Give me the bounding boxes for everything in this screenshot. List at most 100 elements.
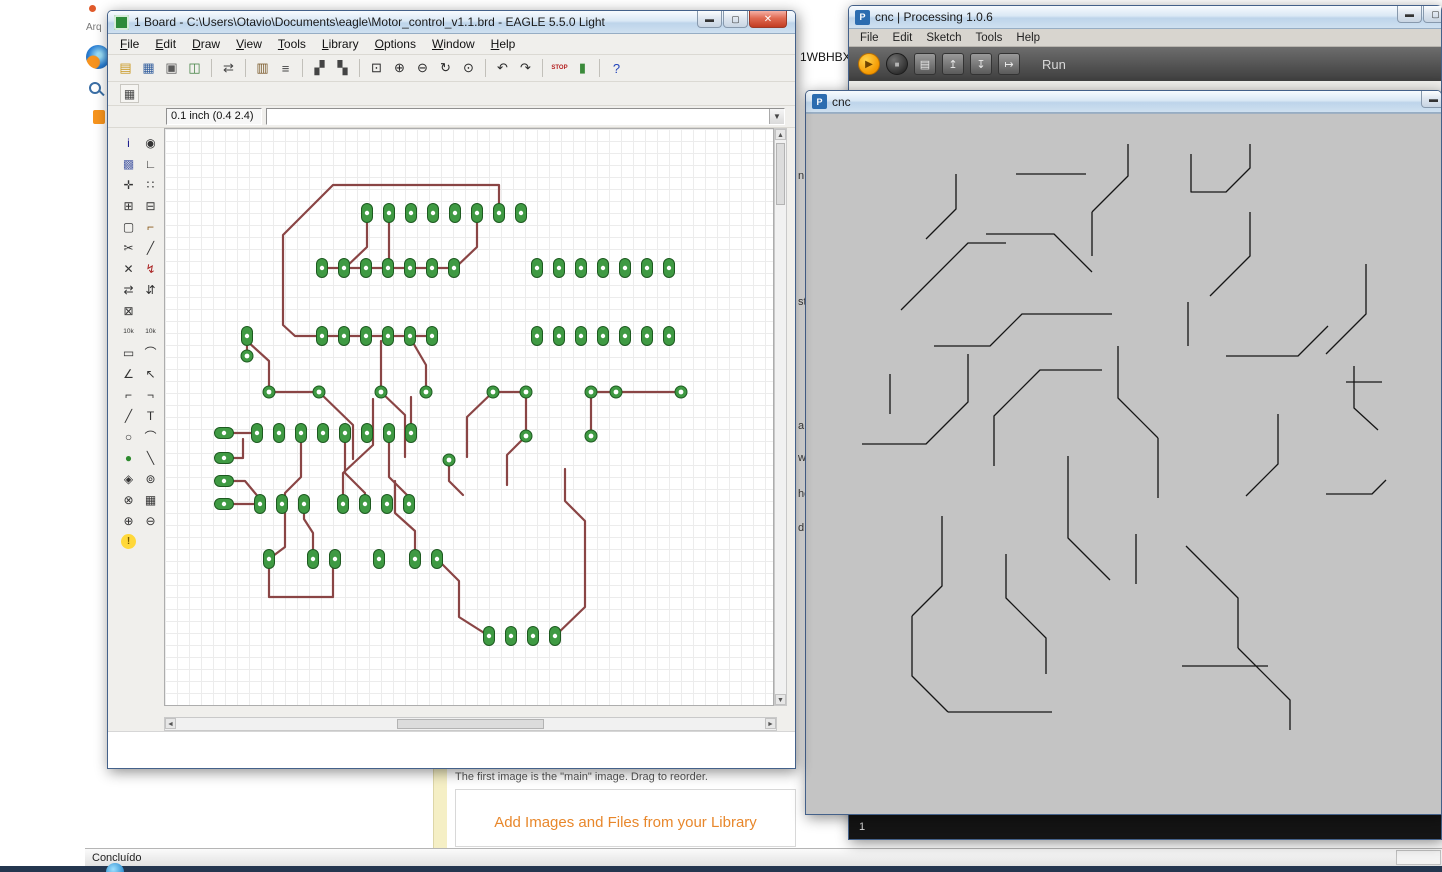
scroll-up-icon[interactable]: ▲	[775, 129, 786, 140]
scroll-left-icon[interactable]: ◄	[165, 718, 176, 729]
processing-minimize-button[interactable]: ▬	[1397, 6, 1422, 23]
stop-icon[interactable]: STOP	[549, 58, 570, 79]
chevron-down-icon[interactable]: ▼	[769, 109, 784, 124]
board-schematic-icon[interactable]: ⇄	[218, 58, 239, 79]
search-icon[interactable]	[89, 82, 101, 94]
cut-icon[interactable]: ✂	[119, 238, 138, 257]
info-icon[interactable]: i	[119, 133, 138, 152]
miter-icon[interactable]: ⌒	[141, 343, 160, 362]
print-icon[interactable]: ▣	[161, 58, 182, 79]
command-combobox[interactable]: ▼	[266, 108, 785, 125]
taskbar[interactable]	[0, 866, 1442, 872]
menu-edit[interactable]: Edit	[147, 35, 184, 53]
menu-edit[interactable]: Edit	[886, 31, 920, 45]
horizontal-scrollbar[interactable]: ◄ ►	[164, 717, 777, 731]
eagle-maximize-button[interactable]: ▢	[723, 11, 748, 28]
copy-icon[interactable]: ⊞	[119, 196, 138, 215]
smash-icon[interactable]: ▭	[119, 343, 138, 362]
menu-tools[interactable]: Tools	[969, 31, 1010, 45]
wire-icon[interactable]: ╱	[119, 406, 138, 425]
menu-draw[interactable]: Draw	[184, 35, 228, 53]
probe-icon[interactable]: ↖	[141, 364, 160, 383]
processing-titlebar[interactable]: P cnc | Processing 1.0.6 ▬ ▢ ✕	[849, 6, 1441, 29]
library-icon[interactable]: ▥	[252, 58, 273, 79]
help-icon[interactable]: ?	[606, 58, 627, 79]
save-sketch-button[interactable]: ↧	[970, 53, 992, 75]
lock-icon[interactable]: ⊠	[119, 301, 138, 320]
vertical-scroll-thumb[interactable]	[776, 143, 785, 205]
pinswap-icon[interactable]: ⇵	[141, 280, 160, 299]
zoom-redraw-icon[interactable]: ↻	[435, 58, 456, 79]
group-icon[interactable]: ∷	[141, 175, 160, 194]
menu-tools[interactable]: Tools	[270, 35, 314, 53]
ratsnest-icon[interactable]: ▞	[309, 58, 330, 79]
cam-processor-icon[interactable]: ◫	[184, 58, 205, 79]
menu-options[interactable]: Options	[367, 35, 424, 53]
select-icon[interactable]: ▢	[119, 217, 138, 236]
angle-icon[interactable]: ∠	[119, 364, 138, 383]
menu-window[interactable]: Window	[424, 35, 483, 53]
scroll-right-icon[interactable]: ►	[765, 718, 776, 729]
text-icon[interactable]: T	[141, 406, 160, 425]
change-icon[interactable]: ⌐	[141, 217, 160, 236]
menu-view[interactable]: View	[228, 35, 270, 53]
value-icon[interactable]: 10k	[119, 322, 138, 341]
vertical-scrollbar[interactable]: ▲ ▼	[774, 128, 787, 706]
display-icon[interactable]: ▩	[119, 154, 138, 173]
undo-icon[interactable]: ↶	[492, 58, 513, 79]
add-icon[interactable]: ↯	[141, 259, 160, 278]
eagle-minimize-button[interactable]: ▬	[697, 11, 722, 28]
open-sketch-button[interactable]: ↥	[942, 53, 964, 75]
pad-icon[interactable]: ⊚	[141, 469, 160, 488]
errors-icon[interactable]: !	[121, 534, 136, 549]
menu-library[interactable]: Library	[314, 35, 367, 53]
export-button[interactable]: ↦	[998, 53, 1020, 75]
eagle-close-button[interactable]: ✕	[749, 11, 787, 28]
go-icon[interactable]: ▮	[572, 58, 593, 79]
eagle-command-area[interactable]	[108, 731, 795, 768]
save-icon[interactable]: ▦	[138, 58, 159, 79]
split-icon[interactable]: ╱	[141, 238, 160, 257]
circle-icon[interactable]: ○	[119, 427, 138, 446]
zoom-out-icon[interactable]: ⊖	[412, 58, 433, 79]
eagle-titlebar[interactable]: 1 Board - C:\Users\Otavio\Documents\eagl…	[108, 11, 795, 34]
delete-icon[interactable]: ✕	[119, 259, 138, 278]
pcb-canvas-area[interactable]	[164, 128, 774, 706]
move-icon[interactable]: ✛	[119, 175, 138, 194]
menu-help[interactable]: Help	[483, 35, 524, 53]
add-images-dropzone[interactable]: Add Images and Files from your Library	[455, 789, 796, 847]
arc-icon[interactable]: ⌒	[141, 427, 160, 446]
run-script-icon[interactable]: ≡	[275, 58, 296, 79]
menu-help[interactable]: Help	[1009, 31, 1047, 45]
grid-alt-icon[interactable]: ▦	[141, 490, 160, 509]
mirror-icon[interactable]: ⇄	[119, 280, 138, 299]
redo-icon[interactable]: ↷	[515, 58, 536, 79]
cnc-titlebar[interactable]: P cnc ▬ ▢ ✕	[806, 91, 1441, 113]
menu-sketch[interactable]: Sketch	[919, 31, 968, 45]
paste-icon[interactable]: ⊟	[141, 196, 160, 215]
hole-icon[interactable]: ⊗	[119, 490, 138, 509]
scroll-down-icon[interactable]: ▼	[775, 694, 786, 705]
feed-icon[interactable]	[93, 110, 105, 124]
zoom2-out-icon[interactable]: ⊖	[141, 511, 160, 530]
line-icon[interactable]: ╲	[141, 448, 160, 467]
horizontal-scroll-thumb[interactable]	[397, 719, 544, 729]
zoom2-in-icon[interactable]: ⊕	[119, 511, 138, 530]
via-icon[interactable]: ◈	[119, 469, 138, 488]
menu-file[interactable]: File	[853, 31, 886, 45]
drc-icon[interactable]: ▚	[332, 58, 353, 79]
open-folder-icon[interactable]: ▤	[115, 58, 136, 79]
bend-right-icon[interactable]: ¬	[141, 385, 160, 404]
run-button[interactable]: ▶	[858, 53, 880, 75]
mark-icon[interactable]: ∟	[141, 154, 160, 173]
value2-icon[interactable]: 10k	[141, 322, 160, 341]
zoom-in-icon[interactable]: ⊕	[389, 58, 410, 79]
show-icon[interactable]: ◉	[141, 133, 160, 152]
grid-button[interactable]: ▦	[120, 84, 139, 103]
processing-maximize-button[interactable]: ▢	[1423, 6, 1441, 23]
polygon-icon[interactable]: ●	[119, 448, 138, 467]
zoom-select-icon[interactable]: ⊙	[458, 58, 479, 79]
bend-left-icon[interactable]: ⌐	[119, 385, 138, 404]
new-sketch-button[interactable]: ▤	[914, 53, 936, 75]
cnc-minimize-button[interactable]: ▬	[1421, 91, 1441, 108]
